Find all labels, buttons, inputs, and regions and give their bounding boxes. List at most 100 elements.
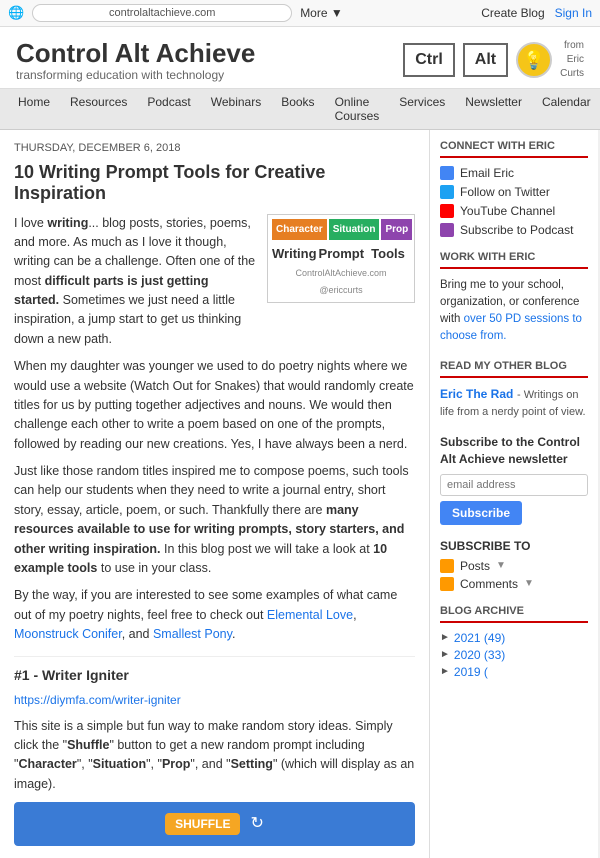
main-layout: Thursday, December 6, 2018 10 Writing Pr… bbox=[0, 130, 600, 858]
work-section: WORK WITH ERIC Bring me to your school, … bbox=[440, 251, 588, 346]
nav-home[interactable]: Home bbox=[8, 89, 60, 129]
writing-prompt-image: Character Situation Prop Writing Prompt … bbox=[267, 214, 415, 304]
site-header: Control Alt Achieve transforming educati… bbox=[0, 27, 600, 89]
eric-the-rad-link[interactable]: Eric The Rad bbox=[440, 387, 513, 401]
site-title: Control Alt Achieve bbox=[16, 39, 255, 68]
twitter-link[interactable]: Follow on Twitter bbox=[440, 185, 588, 199]
youtube-icon bbox=[440, 204, 454, 218]
create-blog-link[interactable]: Create Blog bbox=[481, 6, 544, 20]
posts-row: Posts ▼ bbox=[440, 559, 588, 573]
post-date: Thursday, December 6, 2018 bbox=[14, 142, 415, 154]
archive-2019[interactable]: ► 2019 ( bbox=[440, 665, 588, 679]
nav-podcast[interactable]: Podcast bbox=[137, 89, 200, 129]
favicon-icon: 🌐 bbox=[8, 5, 24, 21]
newsletter-title: Subscribe to the Control Alt Achieve new… bbox=[440, 434, 588, 468]
nav-online-courses[interactable]: Online Courses bbox=[325, 89, 390, 129]
comments-row: Comments ▼ bbox=[440, 577, 588, 591]
comments-dropdown-icon: ▼ bbox=[524, 578, 534, 589]
nav-newsletter[interactable]: Newsletter bbox=[455, 89, 532, 129]
other-blog-section: READ MY OTHER BLOG Eric The Rad - Writin… bbox=[440, 360, 588, 421]
nav-bar: Home Resources Podcast Webinars Books On… bbox=[0, 89, 600, 130]
img-label-writing: Writing bbox=[272, 244, 317, 264]
arrow-icon-2019: ► bbox=[440, 666, 450, 677]
archive-section: BLOG ARCHIVE ► 2021 (49) ► 2020 (33) ► 2… bbox=[440, 605, 588, 679]
top-bar: 🌐 controlaltachieve.com More ▼ Create Bl… bbox=[0, 0, 600, 27]
youtube-link[interactable]: YouTube Channel bbox=[440, 204, 588, 218]
work-text: Bring me to your school, organization, o… bbox=[440, 277, 588, 346]
connect-title: CONNECT WITH ERIC bbox=[440, 140, 588, 158]
sit-tab: Situation bbox=[329, 219, 380, 241]
body-p3: Just like those random titles inspired m… bbox=[14, 462, 415, 578]
newsletter-section: Subscribe to the Control Alt Achieve new… bbox=[440, 434, 588, 525]
rss-posts-icon bbox=[440, 559, 454, 573]
top-bar-left: 🌐 controlaltachieve.com More ▼ bbox=[8, 4, 343, 22]
posts-dropdown-icon: ▼ bbox=[496, 560, 506, 571]
nav-calendar[interactable]: Calendar bbox=[532, 89, 600, 129]
comments-label: Comments bbox=[460, 577, 518, 591]
address-bar[interactable]: controlaltachieve.com bbox=[32, 4, 292, 22]
email-input[interactable] bbox=[440, 474, 588, 496]
mail-icon bbox=[440, 166, 454, 180]
from-label: from Eric Curts bbox=[560, 39, 584, 81]
prop-tab: Prop bbox=[381, 219, 412, 241]
pd-sessions-link[interactable]: over 50 PD sessions to choose from. bbox=[440, 313, 582, 342]
archive-title: BLOG ARCHIVE bbox=[440, 605, 588, 623]
youtube-label: YouTube Channel bbox=[460, 204, 555, 218]
smallest-pony-link[interactable]: Smallest Pony bbox=[153, 627, 232, 641]
top-bar-right: Create Blog Sign In bbox=[481, 6, 592, 20]
arrow-icon-2020: ► bbox=[440, 649, 450, 660]
subscribe-section: SUBSCRIBE TO Posts ▼ Comments ▼ bbox=[440, 539, 588, 591]
twitter-icon bbox=[440, 185, 454, 199]
post-title: 10 Writing Prompt Tools for Creative Ins… bbox=[14, 162, 415, 204]
body-p2: When my daughter was younger we used to … bbox=[14, 357, 415, 454]
img-credit2: @ericcurts bbox=[272, 284, 410, 298]
nav-resources[interactable]: Resources bbox=[60, 89, 137, 129]
nav-webinars[interactable]: Webinars bbox=[201, 89, 271, 129]
char-tab: Character bbox=[272, 219, 327, 241]
section1-title: #1 - Writer Igniter bbox=[14, 656, 415, 687]
site-branding: Control Alt Achieve transforming educati… bbox=[16, 39, 255, 82]
alt-logo: Alt bbox=[463, 43, 508, 77]
main-content: Thursday, December 6, 2018 10 Writing Pr… bbox=[0, 130, 430, 858]
rss-comments-icon bbox=[440, 577, 454, 591]
arrow-icon-2021: ► bbox=[440, 632, 450, 643]
section1-link[interactable]: https://diymfa.com/writer-igniter bbox=[14, 693, 181, 707]
work-title: WORK WITH ERIC bbox=[440, 251, 588, 269]
podcast-link[interactable]: Subscribe to Podcast bbox=[440, 223, 588, 237]
ctrl-logo: Ctrl bbox=[403, 43, 455, 77]
subscribe-button[interactable]: Subscribe bbox=[440, 501, 522, 525]
archive-2021[interactable]: ► 2021 (49) bbox=[440, 631, 588, 645]
email-label: Email Eric bbox=[460, 166, 514, 180]
sidebar: CONNECT WITH ERIC Email Eric Follow on T… bbox=[430, 130, 598, 858]
logo-area: Ctrl Alt 💡 from Eric Curts bbox=[403, 39, 584, 81]
archive-2020[interactable]: ► 2020 (33) bbox=[440, 648, 588, 662]
email-eric-link[interactable]: Email Eric bbox=[440, 166, 588, 180]
site-tagline: transforming education with technology bbox=[16, 68, 255, 82]
twitter-label: Follow on Twitter bbox=[460, 185, 550, 199]
moonstruck-link[interactable]: Moonstruck Conifer bbox=[14, 627, 122, 641]
more-button[interactable]: More ▼ bbox=[300, 6, 343, 20]
podcast-icon bbox=[440, 223, 454, 237]
archive-year-2020: 2020 (33) bbox=[454, 648, 505, 662]
connect-section: CONNECT WITH ERIC Email Eric Follow on T… bbox=[440, 140, 588, 237]
nav-services[interactable]: Services bbox=[389, 89, 455, 129]
img-credit1: ControlAltAchieve.com bbox=[272, 267, 410, 281]
shuffle-preview: SHUFFLE ↻ bbox=[14, 802, 415, 846]
shuffle-button[interactable]: SHUFFLE bbox=[165, 813, 240, 835]
podcast-label: Subscribe to Podcast bbox=[460, 223, 573, 237]
other-blog-title: READ MY OTHER BLOG bbox=[440, 360, 588, 378]
posts-label: Posts bbox=[460, 559, 490, 573]
post-body: Character Situation Prop Writing Prompt … bbox=[14, 214, 415, 846]
archive-year-2019: 2019 ( bbox=[454, 665, 488, 679]
elemental-love-link[interactable]: Elemental Love bbox=[267, 608, 353, 622]
subscribe-title: SUBSCRIBE TO bbox=[440, 539, 588, 553]
nav-books[interactable]: Books bbox=[271, 89, 324, 129]
refresh-icon: ↻ bbox=[250, 812, 263, 837]
sign-in-link[interactable]: Sign In bbox=[555, 6, 592, 20]
section1-body: This site is a simple but fun way to mak… bbox=[14, 717, 415, 795]
body-p4: By the way, if you are interested to see… bbox=[14, 586, 415, 644]
bulb-icon: 💡 bbox=[516, 42, 552, 78]
archive-year-2021: 2021 (49) bbox=[454, 631, 505, 645]
img-label-tools: Tools bbox=[366, 244, 410, 264]
img-label-prompt: Prompt bbox=[319, 244, 365, 264]
